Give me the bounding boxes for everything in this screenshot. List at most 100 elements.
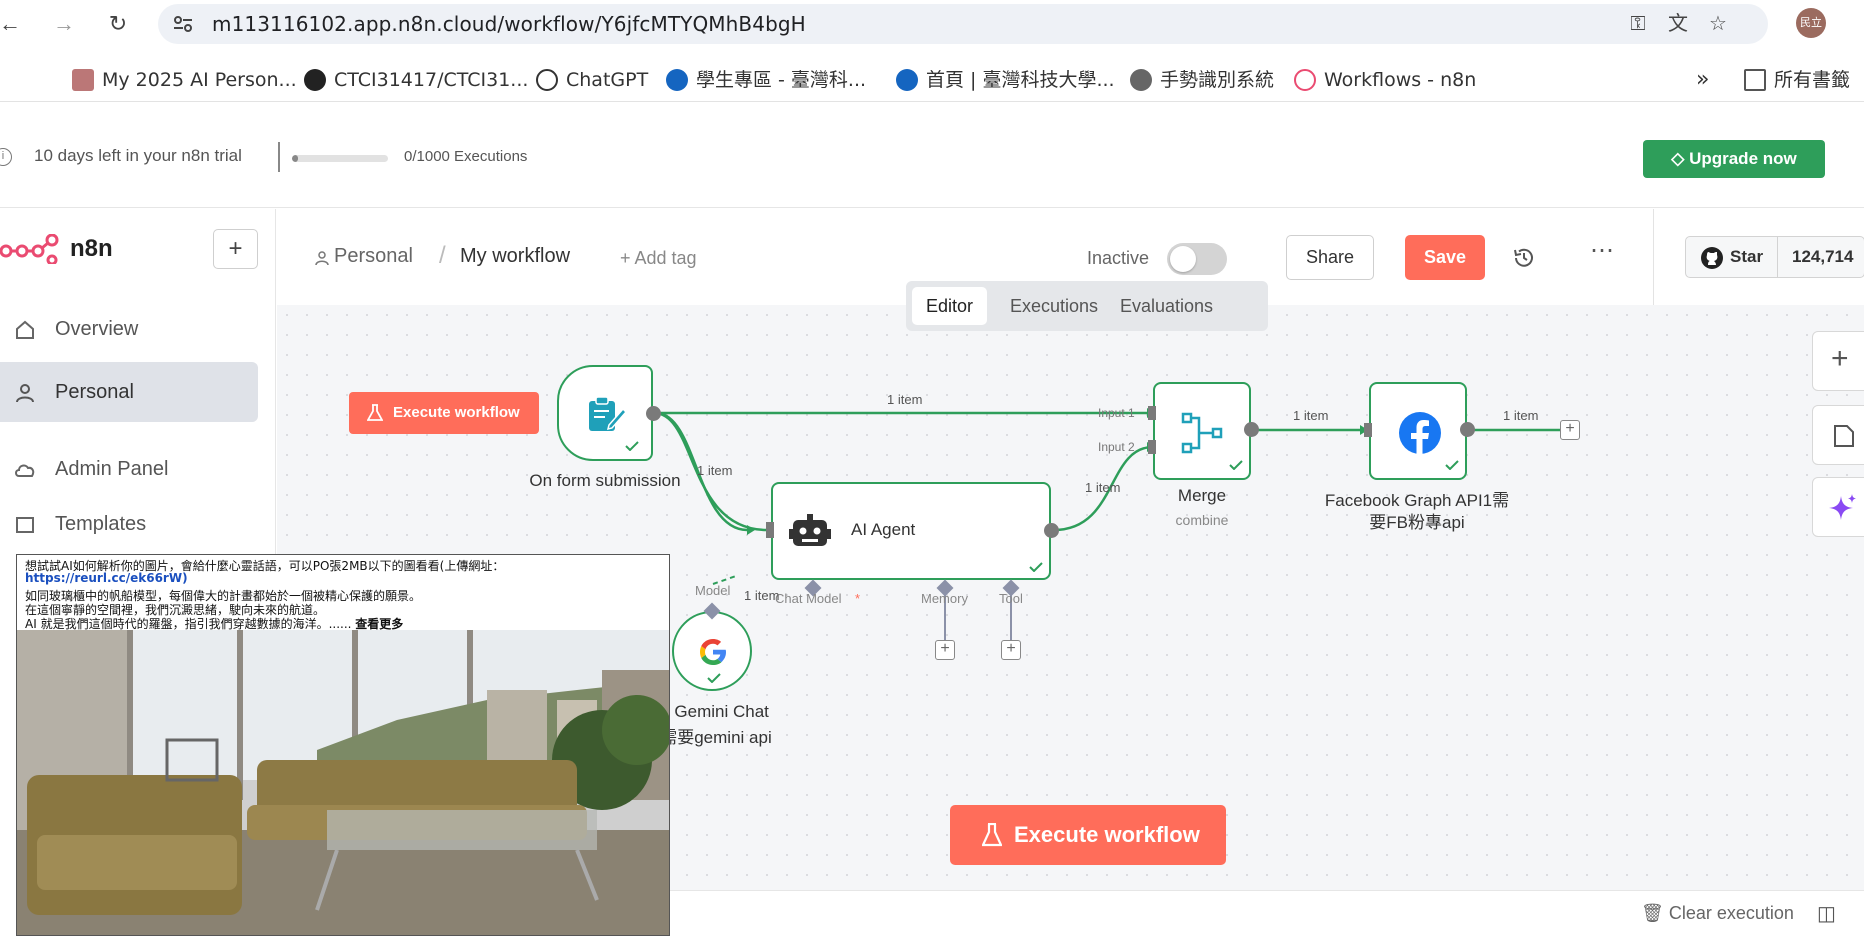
bookmark-item[interactable]: 首頁 | 臺灣科技大學... (896, 58, 1115, 102)
more-bookmarks-icon[interactable]: » (1696, 58, 1709, 102)
sticky-note-icon (1834, 425, 1854, 447)
bookmark-item[interactable]: 手勢識別系統 (1130, 58, 1274, 102)
trial-message: 10 days left in your n8n trial (34, 146, 242, 165)
sidebar-item-overview[interactable]: Overview (0, 299, 258, 359)
bookmark-star-icon[interactable]: ☆ (1706, 13, 1730, 35)
popup-link[interactable]: https://reurl.cc/ek66rW) (25, 571, 188, 585)
workflow-name[interactable]: My workflow (460, 245, 570, 268)
cloud-icon (15, 464, 35, 477)
edge-label: 1 item (744, 588, 780, 603)
node-facebook-graph[interactable] (1369, 382, 1467, 480)
github-icon (304, 69, 326, 91)
upgrade-button[interactable]: ◇ Upgrade now (1643, 140, 1825, 178)
node-merge-sublabel: combine (1175, 512, 1229, 528)
output-handle[interactable] (1460, 422, 1475, 437)
input-handle[interactable] (1364, 423, 1372, 437)
avatar-favicon-icon (72, 69, 94, 91)
see-more-link[interactable]: 查看更多 (355, 617, 403, 631)
input-2-handle[interactable] (1148, 440, 1156, 454)
image-overlay-popup[interactable]: 想試試AI如何解析你的圖片，會給什麼心靈話語，可以PO張2MB以下的圖看看(上傳… (16, 554, 670, 936)
clear-execution-button[interactable]: 🗑 Clear execution (1641, 903, 1794, 924)
bookmarks-bar: My 2025 AI Person... CTCI31417/CTCI31...… (0, 58, 1864, 102)
node-facebook-label-line2: 要FB粉專api (1369, 513, 1465, 532)
node-merge-label: Merge (1177, 486, 1227, 505)
success-check-icon (1445, 460, 1459, 470)
port-tool-label: Tool (999, 591, 1023, 606)
edge-label: 1 item (697, 463, 733, 478)
browser-toolbar: ← → ↻ m113116102.app.n8n.cloud/workflow/… (0, 0, 1864, 48)
input-handle[interactable] (766, 522, 774, 538)
ntust-icon (666, 69, 688, 91)
star-button[interactable]: Star (1686, 237, 1778, 277)
history-icon[interactable] (1512, 246, 1536, 270)
edge-label: 1 item (887, 392, 923, 407)
edge-label: 1 item (1503, 408, 1539, 423)
sparkle-icon (1829, 494, 1856, 520)
ai-assistant-button[interactable] (1812, 477, 1864, 537)
password-key-icon[interactable]: ⚿ (1626, 13, 1650, 35)
port-chat-model-label: Chat Model (775, 591, 842, 606)
add-node-button[interactable]: + (1812, 331, 1864, 391)
url-text[interactable]: m113116102.app.n8n.cloud/workflow/Y6jfcM… (212, 4, 806, 44)
edge-label: 1 item (1293, 408, 1329, 423)
add-tag-button[interactable]: + Add tag (620, 248, 697, 269)
trial-divider (278, 142, 280, 172)
bookmark-item[interactable]: My 2025 AI Person... (72, 58, 297, 102)
sticky-note-button[interactable] (1812, 405, 1864, 465)
node-gemini-label-line1: gle Gemini Chat (647, 702, 769, 721)
plus-icon: + (1831, 342, 1849, 375)
output-handle[interactable] (1244, 422, 1259, 437)
trial-banner: i 10 days left in your n8n trial 0/1000 … (0, 110, 1864, 208)
address-bar[interactable]: m113116102.app.n8n.cloud/workflow/Y6jfcM… (158, 4, 1768, 44)
output-handle[interactable] (646, 406, 661, 421)
back-icon[interactable]: ← (0, 10, 24, 38)
lounge-photo (17, 630, 669, 935)
save-button[interactable]: Save (1405, 235, 1485, 280)
reload-icon[interactable]: ↻ (104, 10, 132, 38)
expand-panel-icon[interactable]: ◫ (1817, 901, 1836, 926)
add-tool-button[interactable]: + (1001, 640, 1021, 660)
github-star-widget[interactable]: Star 124,714 (1685, 236, 1864, 278)
n8n-favicon-icon (1294, 69, 1316, 91)
folder-icon (1744, 69, 1766, 91)
site-settings-icon[interactable] (172, 14, 194, 34)
add-next-node-button[interactable]: + (1560, 420, 1580, 440)
input-1-handle[interactable] (1148, 406, 1156, 420)
success-check-icon (625, 441, 639, 451)
node-form-trigger[interactable] (557, 365, 653, 461)
sidebar-item-admin-panel[interactable]: Admin Panel (0, 439, 258, 499)
more-options-icon[interactable]: ⋯ (1587, 239, 1617, 269)
execute-workflow-button[interactable]: Execute workflow (950, 805, 1226, 865)
executions-progress-fill (292, 155, 298, 162)
user-icon (315, 251, 329, 266)
facebook-icon (1399, 412, 1441, 455)
add-memory-button[interactable]: + (935, 640, 955, 660)
status-label: Inactive (1087, 248, 1150, 268)
bookmark-folder[interactable]: 所有書籤 (1744, 58, 1850, 102)
sidebar-item-personal[interactable]: Personal (0, 362, 258, 422)
ntust-icon (896, 69, 918, 91)
profile-avatar[interactable]: 民立 (1796, 8, 1826, 38)
share-button[interactable]: Share (1286, 235, 1374, 280)
form-icon (589, 396, 627, 431)
success-check-icon (707, 673, 721, 683)
output-handle[interactable] (1044, 523, 1059, 538)
google-icon (700, 639, 726, 665)
bookmark-item[interactable]: Workflows - n8n (1294, 58, 1476, 102)
node-ai-agent[interactable]: AI Agent (771, 482, 1051, 580)
node-gemini-label-line2: el需要gemini api (647, 728, 772, 747)
node-merge[interactable] (1153, 382, 1251, 480)
sidebar-item-templates[interactable]: Templates (0, 494, 258, 554)
bookmark-item[interactable]: CTCI31417/CTCI31... (304, 58, 528, 102)
translate-icon[interactable]: 文 (1666, 13, 1690, 35)
execute-workflow-button-small[interactable]: Execute workflow (349, 392, 539, 434)
breadcrumb-project[interactable]: Personal (334, 245, 413, 268)
chatgpt-icon (536, 69, 558, 91)
bookmark-item[interactable]: ChatGPT (536, 58, 648, 102)
forward-icon[interactable]: → (50, 10, 78, 38)
node-gemini-chat-model[interactable] (672, 611, 752, 691)
bookmark-item[interactable]: 學生專區 - 臺灣科... (666, 58, 866, 102)
port-memory-label: Memory (921, 591, 968, 606)
active-toggle[interactable] (1167, 243, 1227, 275)
home-icon (16, 320, 34, 339)
